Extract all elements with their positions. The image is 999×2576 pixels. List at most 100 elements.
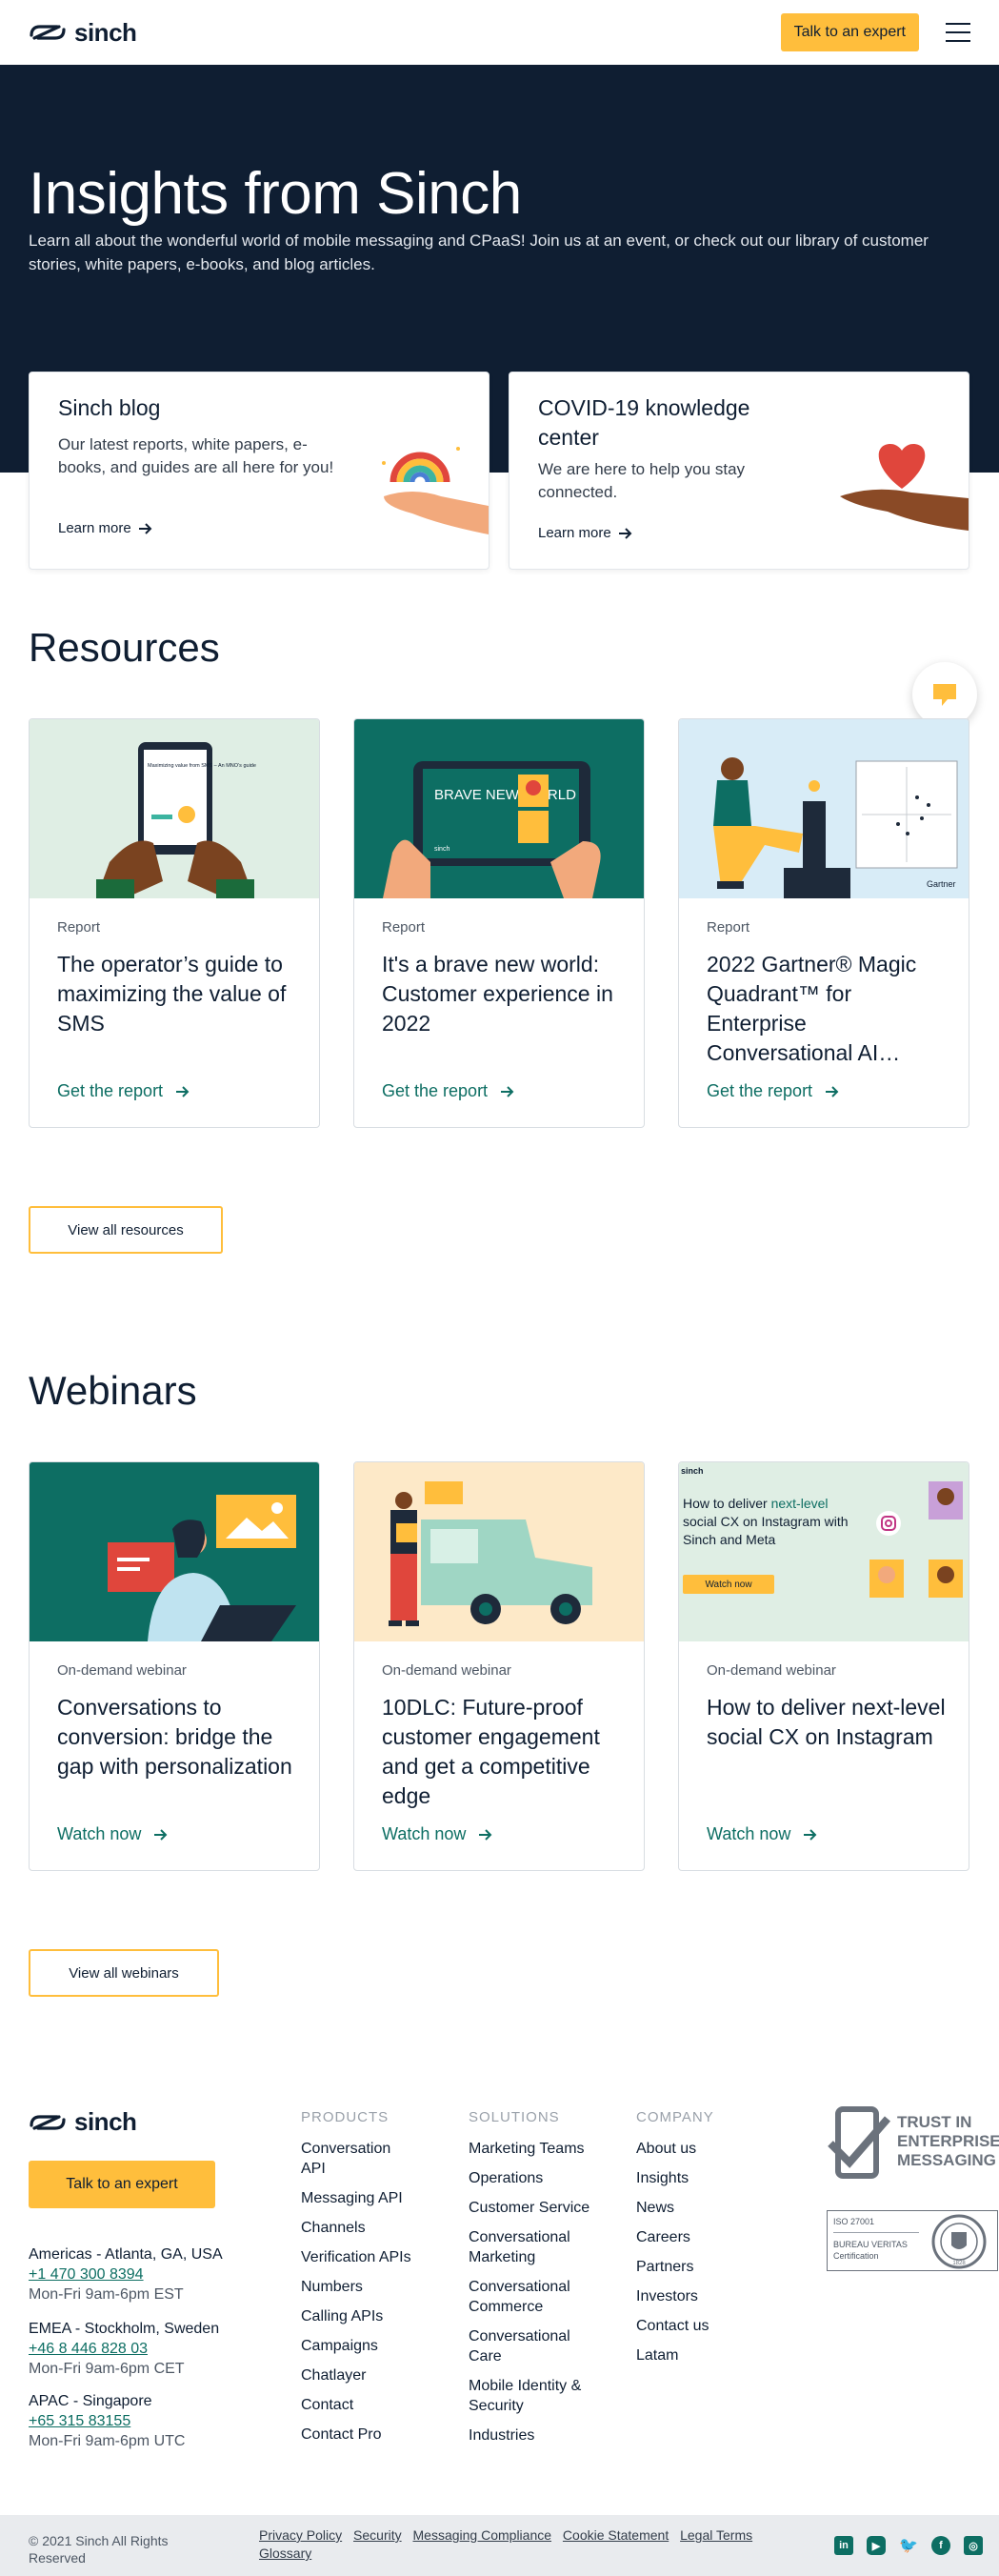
- resource-card-image: BRAVE NEW WORLD sinch: [354, 719, 644, 898]
- footer-link[interactable]: Conversation API: [301, 2139, 415, 2179]
- security-link[interactable]: Security: [353, 2527, 402, 2543]
- sinch-blog-card[interactable]: Sinch blog Our latest reports, white pap…: [29, 372, 490, 570]
- glossary-link[interactable]: Glossary: [259, 2546, 311, 2561]
- legal-terms-link[interactable]: Legal Terms: [680, 2527, 752, 2543]
- footer-link[interactable]: Verification APIs: [301, 2247, 415, 2267]
- footer-link[interactable]: Investors: [636, 2286, 750, 2306]
- footer-link[interactable]: Customer Service: [469, 2198, 592, 2218]
- privacy-policy-link[interactable]: Privacy Policy: [259, 2527, 342, 2543]
- learn-more-link[interactable]: Learn more: [58, 520, 152, 536]
- footer-link[interactable]: Calling APIs: [301, 2306, 415, 2326]
- get-report-link[interactable]: Get the report: [57, 1081, 190, 1101]
- watch-now-link[interactable]: Watch now: [57, 1824, 168, 1844]
- footer-link[interactable]: Conversational Marketing: [469, 2227, 592, 2267]
- resource-card[interactable]: Gartner Report 2022 Gartner® Magic Quadr…: [678, 718, 969, 1128]
- bureau-veritas-seal-icon: 1828: [931, 2214, 987, 2269]
- get-report-link[interactable]: Get the report: [382, 1081, 514, 1101]
- tablet-screen-text: BRAVE NEW WORLD: [434, 787, 576, 803]
- footer-link[interactable]: Contact us: [636, 2316, 750, 2336]
- footer-link[interactable]: Operations: [469, 2168, 592, 2188]
- facebook-icon[interactable]: f: [931, 2536, 950, 2555]
- office-hours: Mon-Fri 9am-6pm UTC: [29, 2433, 186, 2449]
- learn-more-label: Learn more: [538, 525, 611, 541]
- office-phone-link[interactable]: +46 8 446 828 03: [29, 2341, 148, 2357]
- sinch-logo-icon: [30, 2114, 66, 2130]
- learn-more-link[interactable]: Learn more: [538, 525, 632, 541]
- watch-now-link[interactable]: Watch now: [707, 1824, 817, 1844]
- webinar-type: On-demand webinar: [57, 1662, 187, 1679]
- footer-link[interactable]: Contact Pro: [301, 2425, 415, 2445]
- footer-link[interactable]: Messaging API: [301, 2188, 415, 2208]
- hero-subtitle: Learn all about the wonderful world of m…: [29, 231, 929, 273]
- tablet-screen-text: Maximizing value from SMS – An MNO’s gui…: [148, 763, 256, 769]
- resource-title: The operator’s guide to maximizing the v…: [57, 952, 287, 1036]
- office-apac: APAC - Singapore +65 315 83155 Mon-Fri 9…: [29, 2391, 185, 2451]
- talk-to-expert-button[interactable]: Talk to an expert: [780, 13, 919, 51]
- footer-solutions-column: SOLUTIONS Marketing Teams Operations Cus…: [469, 2107, 592, 2455]
- card-text: Our latest reports, white papers, e-book…: [58, 435, 334, 476]
- resource-card[interactable]: BRAVE NEW WORLD sinch Report It's a brav…: [353, 718, 645, 1128]
- get-report-link[interactable]: Get the report: [707, 1081, 839, 1101]
- arrow-right-icon: [804, 1828, 817, 1841]
- office-phone-link[interactable]: +1 470 300 8394: [29, 2266, 144, 2283]
- office-phone-link[interactable]: +65 315 83155: [29, 2413, 130, 2429]
- instagram-icon[interactable]: ◎: [964, 2536, 983, 2555]
- copyright-text: © 2021 Sinch All Rights Reserved: [29, 2533, 169, 2566]
- webinar-title: 10DLC: Future-proof customer engagement …: [382, 1695, 600, 1808]
- tablet-brand-text: sinch: [434, 846, 450, 853]
- sinch-logo-icon: [30, 25, 66, 40]
- arrow-right-icon: [138, 522, 152, 534]
- bv-text: BUREAU VERITAS: [833, 2240, 908, 2249]
- messaging-compliance-link[interactable]: Messaging Compliance: [413, 2527, 552, 2543]
- footer-link[interactable]: Contact: [301, 2395, 415, 2415]
- webinar-card[interactable]: On-demand webinar Conversations to conve…: [29, 1461, 320, 1871]
- footer-link[interactable]: Insights: [636, 2168, 750, 2188]
- header-actions: Talk to an expert: [780, 13, 970, 51]
- footer-link[interactable]: Partners: [636, 2257, 750, 2277]
- iso-text: ISO 27001: [833, 2217, 875, 2226]
- youtube-icon[interactable]: ▶: [867, 2536, 886, 2555]
- footer-link[interactable]: Campaigns: [301, 2336, 415, 2356]
- social-links: in ▶ 🐦 f ◎: [834, 2536, 983, 2555]
- linkedin-icon[interactable]: in: [834, 2536, 853, 2555]
- footer-link[interactable]: News: [636, 2198, 750, 2218]
- footer-link[interactable]: Channels: [301, 2218, 415, 2238]
- footer-link[interactable]: About us: [636, 2139, 750, 2159]
- footer-link[interactable]: Chatlayer: [301, 2365, 415, 2385]
- resources-title: Resources: [29, 625, 220, 670]
- hamburger-menu-icon[interactable]: [946, 23, 970, 42]
- footer-link[interactable]: Conversational Care: [469, 2326, 592, 2366]
- sinch-logo[interactable]: sinch: [29, 18, 137, 48]
- footer-link[interactable]: Industries: [469, 2425, 592, 2445]
- resource-card-image: Gartner: [679, 719, 969, 898]
- cookie-statement-link[interactable]: Cookie Statement: [563, 2527, 669, 2543]
- arrow-right-icon: [501, 1085, 514, 1097]
- column-heading: SOLUTIONS: [469, 2109, 560, 2125]
- watch-now-label: Watch now: [382, 1824, 467, 1843]
- chat-widget-button[interactable]: [912, 662, 977, 727]
- footer-link[interactable]: Careers: [636, 2227, 750, 2247]
- bottom-bar: © 2021 Sinch All Rights Reserved Privacy…: [0, 2515, 999, 2576]
- legal-links: Privacy Policy Security Messaging Compli…: [259, 2526, 811, 2563]
- covid-knowledge-card[interactable]: COVID-19 knowledge center We are here to…: [509, 372, 969, 570]
- card-title: COVID-19 knowledge center: [538, 395, 750, 450]
- twitter-icon[interactable]: 🐦: [899, 2536, 918, 2555]
- webinar-card[interactable]: On-demand webinar 10DLC: Future-proof cu…: [353, 1461, 645, 1871]
- footer-talk-to-expert-button[interactable]: Talk to an expert: [29, 2161, 215, 2208]
- footer-link[interactable]: Latam: [636, 2345, 750, 2365]
- footer-link[interactable]: Numbers: [301, 2277, 415, 2297]
- footer-link[interactable]: Mobile Identity & Security: [469, 2376, 592, 2416]
- webinar-card-image: [30, 1462, 319, 1641]
- footer-sinch-logo[interactable]: sinch: [29, 2107, 137, 2137]
- view-all-webinars-button[interactable]: View all webinars: [29, 1949, 219, 1997]
- footer-link[interactable]: Conversational Commerce: [469, 2277, 592, 2317]
- learn-more-label: Learn more: [58, 520, 131, 536]
- webinar-card[interactable]: sinch How to deliver next-level social C…: [678, 1461, 969, 1871]
- heart-hand-illustration: [840, 444, 969, 531]
- resource-type: Report: [707, 919, 750, 936]
- footer-link[interactable]: Marketing Teams: [469, 2139, 592, 2159]
- watch-now-link[interactable]: Watch now: [382, 1824, 492, 1844]
- webinar-type: On-demand webinar: [707, 1662, 836, 1679]
- view-all-resources-button[interactable]: View all resources: [29, 1206, 223, 1254]
- resource-card[interactable]: Maximizing value from SMS – An MNO’s gui…: [29, 718, 320, 1128]
